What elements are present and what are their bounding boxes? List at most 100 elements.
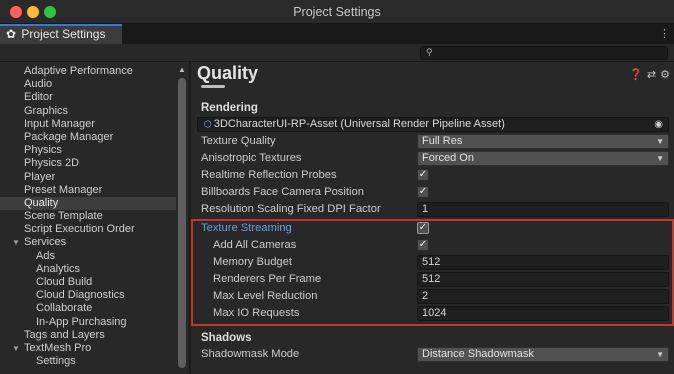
sidebar-item-label: Ads: [36, 249, 55, 262]
preset-icon[interactable]: ⇄: [647, 69, 660, 81]
settings-icon[interactable]: ⚙: [660, 69, 674, 81]
sidebar-item-preset-manager[interactable]: Preset Manager: [0, 184, 176, 197]
shadows-header: Shadows: [201, 332, 252, 344]
billboards-face-camera-label: Billboards Face Camera Position: [201, 186, 364, 198]
sidebar-item-ads[interactable]: Ads: [0, 250, 176, 263]
resolution-scaling-row: Resolution Scaling Fixed DPI Factor 1: [191, 201, 674, 218]
render-pipeline-asset-value: 3DCharacterUI-RP-Asset (Universal Render…: [213, 118, 505, 130]
memory-budget-row: Memory Budget 512: [191, 254, 674, 271]
sidebar-item-physics-2d[interactable]: Physics 2D: [0, 157, 176, 170]
chevron-down-icon: ▼: [656, 137, 664, 146]
sidebar-item-label: TextMesh Pro: [24, 341, 92, 354]
sidebar-item-label: Preset Manager: [24, 183, 103, 196]
max-io-requests-label: Max IO Requests: [213, 307, 300, 319]
sidebar-item-cloud-build[interactable]: Cloud Build: [0, 276, 176, 289]
sidebar-item-label: Adaptive Performance: [24, 65, 133, 77]
sidebar-item-editor[interactable]: Editor: [0, 91, 176, 104]
realtime-reflection-probes-row: Realtime Reflection Probes ✓: [191, 167, 674, 184]
sidebar-item-settings[interactable]: Settings: [0, 355, 176, 368]
add-all-cameras-checkbox[interactable]: ✓: [417, 239, 429, 251]
help-icon[interactable]: ❓: [629, 69, 647, 81]
add-all-cameras-row: Add All Cameras ✓: [191, 237, 674, 254]
title-bar: Project Settings: [0, 0, 674, 24]
sidebar-item-package-manager[interactable]: Package Manager: [0, 131, 176, 144]
scroll-indicator: [201, 85, 225, 88]
realtime-reflection-probes-checkbox[interactable]: ✓: [417, 169, 429, 181]
anisotropic-textures-label: Anisotropic Textures: [201, 152, 302, 164]
renderers-per-frame-row: Renderers Per Frame 512: [191, 271, 674, 288]
texture-streaming-checkbox[interactable]: ✓: [417, 222, 429, 234]
sidebar-item-analytics[interactable]: Analytics: [0, 263, 176, 276]
sidebar-item-label: Settings: [36, 355, 76, 368]
sidebar-item-label: Cloud Build: [36, 276, 93, 288]
sidebar-item-services[interactable]: ▼ Services: [0, 236, 176, 249]
max-level-reduction-label: Max Level Reduction: [213, 290, 318, 302]
sidebar-item-label: Collaborate: [36, 302, 93, 315]
sidebar-scroll-thumb[interactable]: [178, 78, 186, 368]
shadowmask-mode-value: Distance Shadowmask: [422, 348, 534, 360]
gear-icon: ✿: [6, 27, 17, 41]
sidebar-item-label: Audio: [24, 78, 53, 91]
sidebar-item-label: Graphics: [24, 104, 69, 117]
sidebar-item-script-execution-order[interactable]: Script Execution Order: [0, 223, 176, 236]
more-options-icon[interactable]: ⋮: [659, 27, 670, 40]
max-level-reduction-input[interactable]: 2: [417, 289, 669, 304]
sidebar-item-collaborate[interactable]: Collaborate: [0, 302, 176, 315]
sidebar-item-label: Input Manager: [24, 117, 95, 130]
chevron-down-icon: ▼: [656, 350, 664, 359]
sidebar-item-scene-template[interactable]: Scene Template: [0, 210, 176, 223]
renderers-per-frame-input[interactable]: 512: [417, 272, 669, 287]
render-pipeline-asset-icon: ⬡: [204, 119, 212, 129]
tab-strip: ✿ Project Settings ⋮: [0, 24, 674, 44]
sidebar-item-player[interactable]: Player: [0, 171, 176, 184]
search-icon: ⚲: [426, 47, 433, 57]
quality-panel: Quality ❓⇄⚙ Rendering ⬡ 3DCharacterUI-RP-…: [191, 62, 674, 374]
texture-quality-row: Texture Quality Full Res ▼: [191, 133, 674, 150]
memory-budget-input[interactable]: 512: [417, 255, 669, 270]
object-picker-icon[interactable]: ◉: [654, 118, 663, 131]
billboards-face-camera-checkbox[interactable]: ✓: [417, 186, 429, 198]
settings-sidebar: Adaptive Performance Audio Editor Graphics I…: [0, 62, 190, 374]
sidebar-list: Adaptive Performance Audio Editor Graphics I…: [0, 65, 176, 368]
search-input[interactable]: ⚲: [420, 46, 668, 60]
shadowmask-mode-dropdown[interactable]: Distance Shadowmask ▼: [417, 347, 669, 362]
sidebar-item-label: Editor: [24, 91, 53, 104]
realtime-reflection-probes-label: Realtime Reflection Probes: [201, 169, 337, 181]
sidebar-item-input-manager[interactable]: Input Manager: [0, 118, 176, 131]
sidebar-item-graphics[interactable]: Graphics: [0, 105, 176, 118]
sidebar-item-physics[interactable]: Physics: [0, 144, 176, 157]
max-io-requests-row: Max IO Requests 1024: [191, 305, 674, 322]
sidebar-item-label: Cloud Diagnostics: [36, 289, 125, 302]
sidebar-item-cloud-diagnostics[interactable]: Cloud Diagnostics: [0, 289, 176, 302]
resolution-scaling-input[interactable]: 1: [417, 202, 669, 217]
sidebar-item-label: In-App Purchasing: [36, 315, 127, 328]
texture-quality-dropdown[interactable]: Full Res ▼: [417, 134, 669, 149]
sidebar-scrollbar[interactable]: ▲: [178, 66, 186, 372]
sidebar-item-tags-and-layers[interactable]: Tags and Layers: [0, 329, 176, 342]
renderers-per-frame-label: Renderers Per Frame: [213, 273, 322, 285]
tab-project-settings[interactable]: ✿ Project Settings: [0, 24, 122, 44]
sidebar-item-label: Quality: [24, 196, 59, 209]
expand-triangle-icon[interactable]: ▼: [12, 342, 24, 355]
anisotropic-textures-row: Anisotropic Textures Forced On ▼: [191, 150, 674, 167]
billboards-face-camera-row: Billboards Face Camera Position ✓: [191, 184, 674, 201]
search-row: ⚲: [0, 44, 674, 62]
scroll-up-arrow-icon[interactable]: ▲: [178, 66, 186, 74]
anisotropic-textures-value: Forced On: [422, 152, 474, 164]
sidebar-item-label: Physics 2D: [24, 157, 80, 170]
render-pipeline-asset-field[interactable]: ⬡ 3DCharacterUI-RP-Asset (Universal Rende…: [197, 117, 669, 132]
sidebar-item-adaptive-performance[interactable]: Adaptive Performance: [0, 65, 176, 78]
sidebar-item-textmesh-pro[interactable]: ▼ TextMesh Pro: [0, 342, 176, 355]
chevron-down-icon: ▼: [656, 154, 664, 163]
expand-triangle-icon[interactable]: ▼: [12, 236, 24, 249]
render-pipeline-asset-row: ⬡ 3DCharacterUI-RP-Asset (Universal Rende…: [191, 116, 674, 133]
sidebar-item-quality[interactable]: Quality: [0, 196, 176, 211]
anisotropic-textures-dropdown[interactable]: Forced On ▼: [417, 151, 669, 166]
texture-streaming-row: Texture Streaming ✓: [191, 220, 674, 237]
sidebar-item-in-app-purchasing[interactable]: In-App Purchasing: [0, 316, 176, 329]
max-io-requests-input[interactable]: 1024: [417, 306, 669, 321]
sidebar-item-label: Analytics: [36, 262, 81, 275]
panel-header-icons: ❓⇄⚙: [629, 68, 674, 81]
max-level-reduction-row: Max Level Reduction 2: [191, 288, 674, 305]
sidebar-item-audio[interactable]: Audio: [0, 78, 176, 91]
